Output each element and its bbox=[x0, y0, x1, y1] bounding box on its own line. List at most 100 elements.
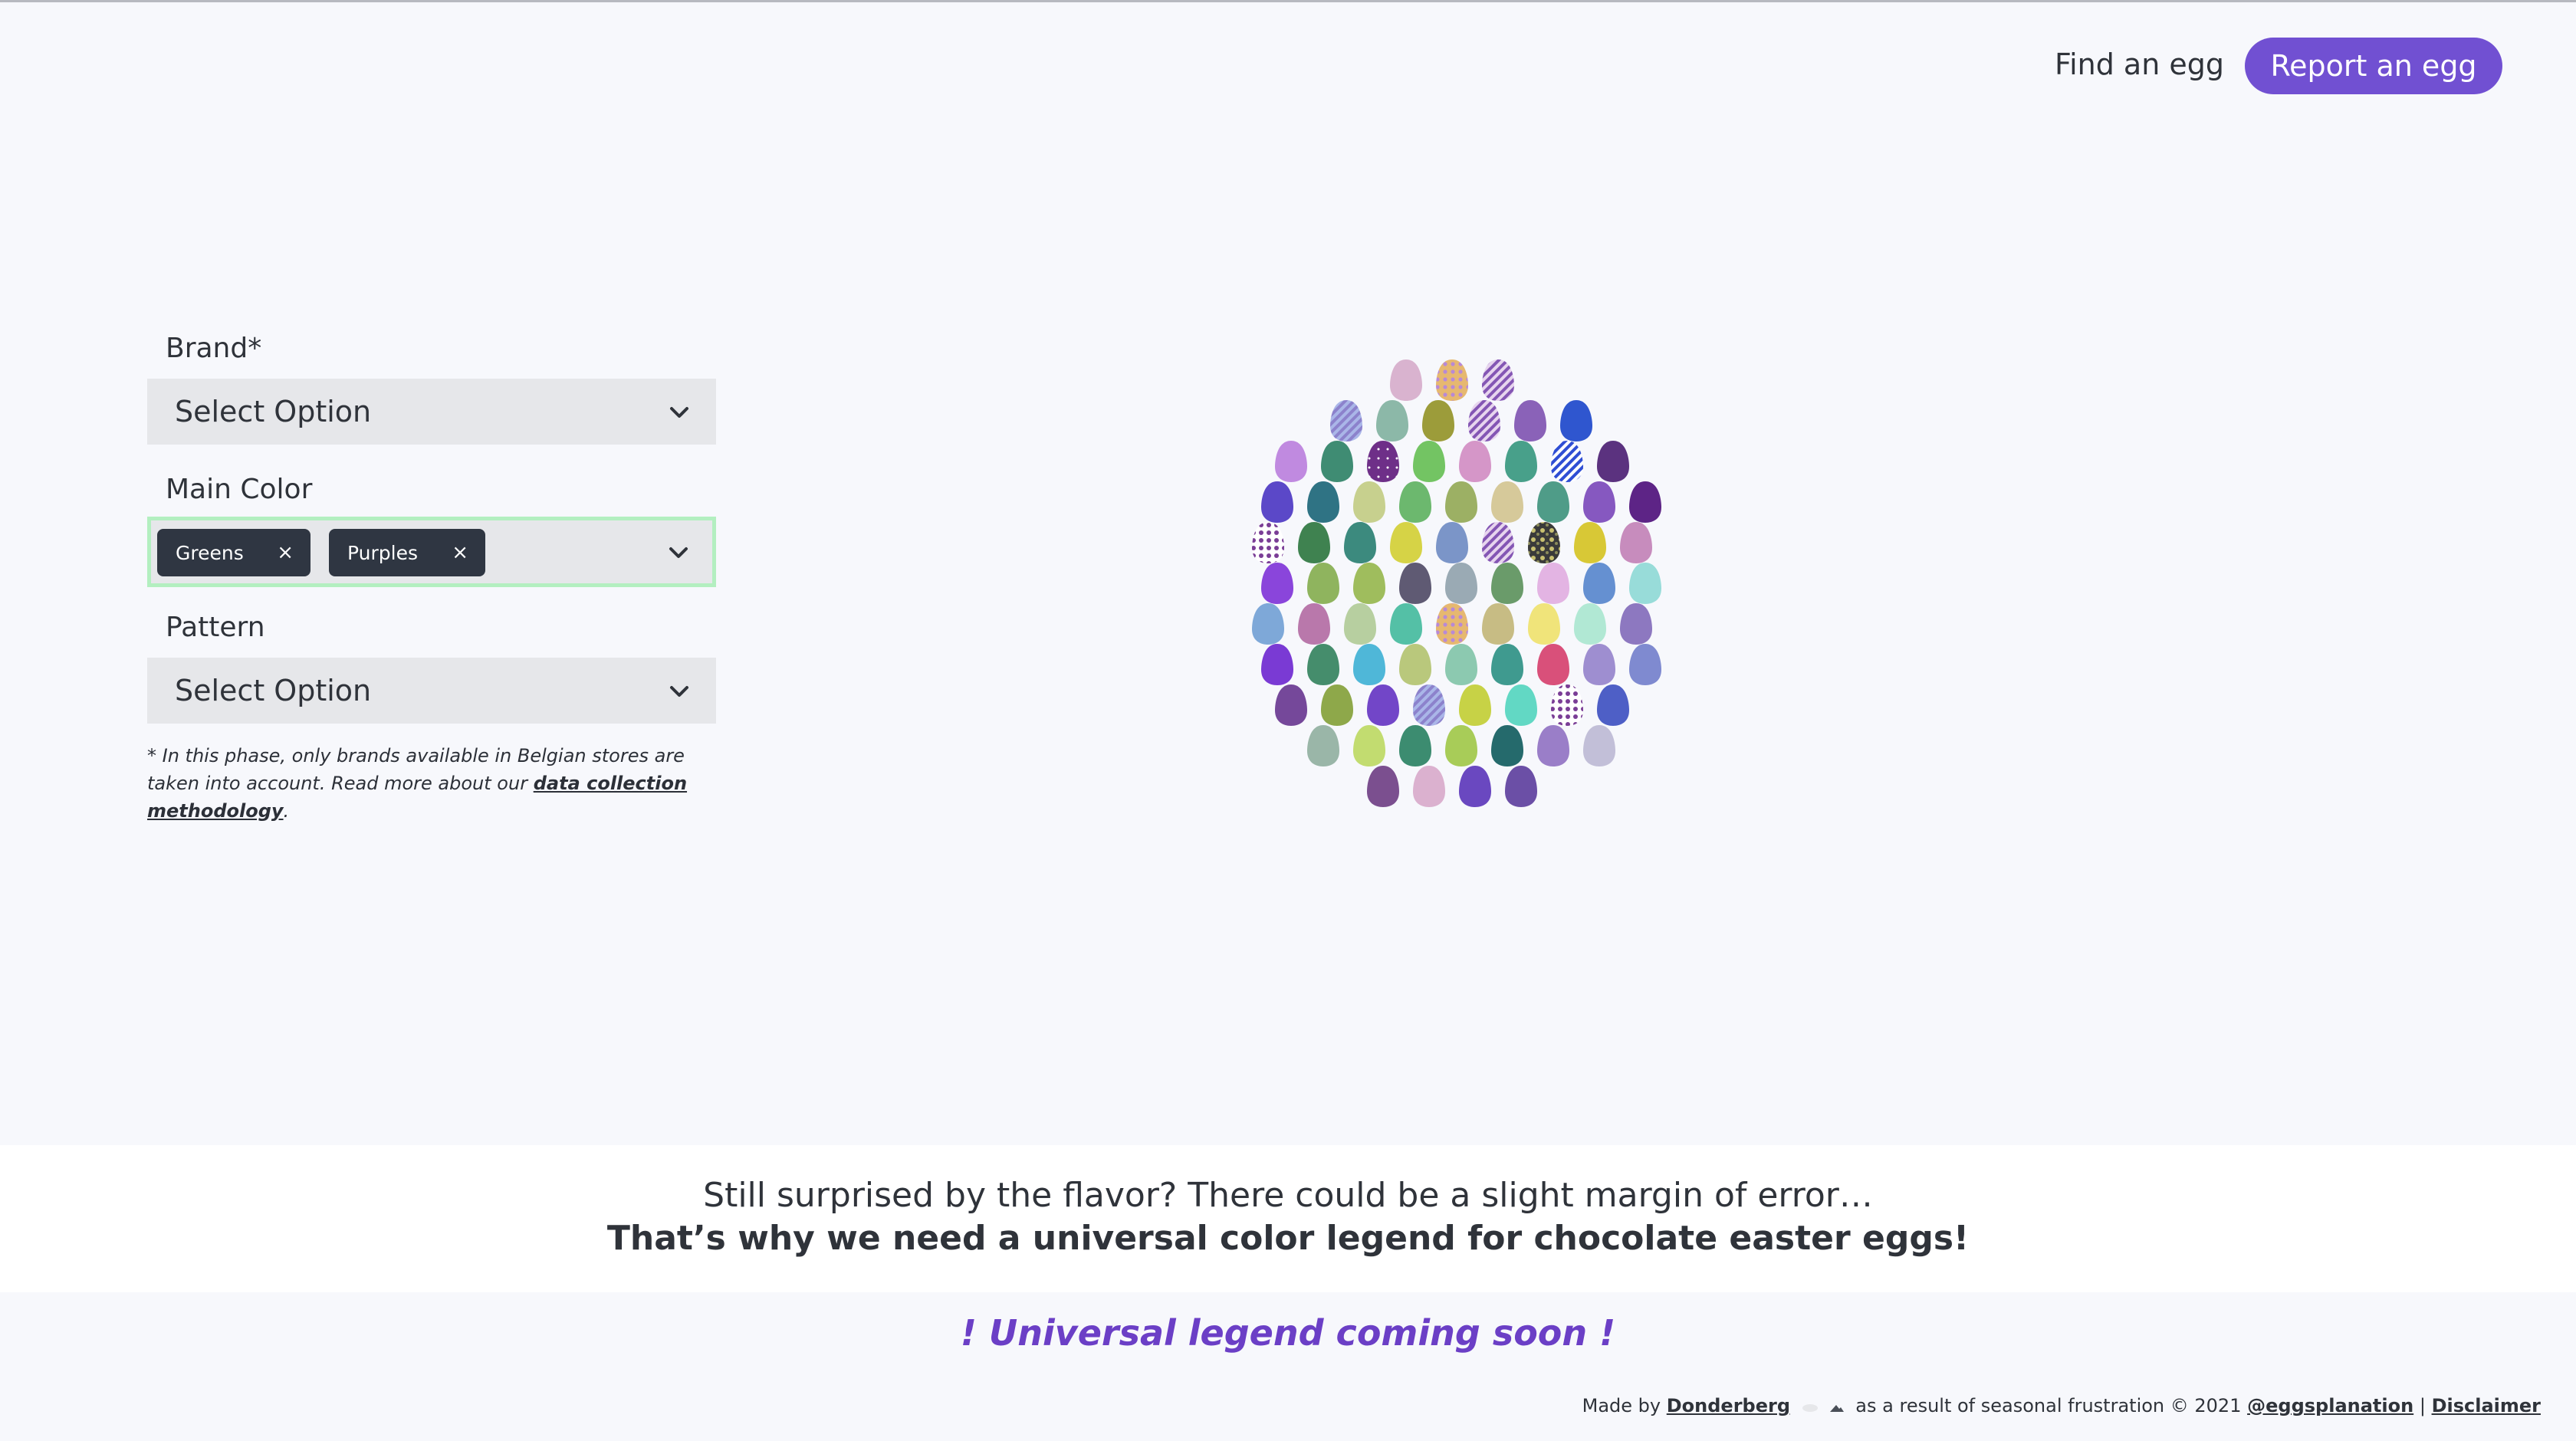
egg-icon[interactable] bbox=[1537, 644, 1569, 685]
egg-icon[interactable] bbox=[1505, 766, 1537, 807]
egg-icon[interactable] bbox=[1367, 684, 1399, 726]
egg-icon[interactable] bbox=[1307, 481, 1339, 523]
egg-icon[interactable] bbox=[1482, 603, 1514, 645]
handle-link[interactable]: @eggsplanation bbox=[2247, 1395, 2413, 1416]
egg-icon[interactable] bbox=[1505, 441, 1537, 482]
egg-icon[interactable] bbox=[1390, 603, 1422, 645]
egg-icon[interactable] bbox=[1344, 522, 1376, 563]
remove-chip-icon[interactable]: × bbox=[277, 541, 294, 564]
pattern-label: Pattern bbox=[166, 612, 265, 643]
chip-label: Purples bbox=[347, 541, 418, 564]
remove-chip-icon[interactable]: × bbox=[452, 541, 468, 564]
disclaimer-link[interactable]: Disclaimer bbox=[2432, 1395, 2541, 1416]
egg-icon[interactable] bbox=[1620, 522, 1652, 563]
report-egg-button[interactable]: Report an egg bbox=[2245, 38, 2502, 94]
egg-icon[interactable] bbox=[1307, 563, 1339, 604]
egg-icon[interactable] bbox=[1445, 725, 1477, 766]
egg-icon[interactable] bbox=[1390, 522, 1422, 563]
egg-icon[interactable] bbox=[1491, 725, 1523, 766]
egg-icon[interactable] bbox=[1298, 603, 1330, 645]
egg-icon[interactable] bbox=[1413, 766, 1445, 807]
egg-icon[interactable] bbox=[1551, 684, 1583, 726]
egg-icon[interactable] bbox=[1537, 725, 1569, 766]
egg-icon[interactable] bbox=[1537, 481, 1569, 523]
egg-icon[interactable] bbox=[1367, 441, 1399, 482]
egg-icon[interactable] bbox=[1574, 603, 1606, 645]
egg-icon[interactable] bbox=[1583, 481, 1615, 523]
author-link[interactable]: Donderberg bbox=[1667, 1395, 1790, 1416]
egg-icon[interactable] bbox=[1275, 441, 1307, 482]
egg-icon[interactable] bbox=[1459, 766, 1491, 807]
egg-icon[interactable] bbox=[1307, 725, 1339, 766]
egg-icon[interactable] bbox=[1459, 684, 1491, 726]
egg-icon[interactable] bbox=[1261, 644, 1293, 685]
brand-select[interactable]: Select Option bbox=[147, 379, 716, 445]
egg-icon[interactable] bbox=[1597, 684, 1629, 726]
egg-icon[interactable] bbox=[1413, 684, 1445, 726]
egg-icon[interactable] bbox=[1399, 481, 1431, 523]
egg-icon[interactable] bbox=[1528, 522, 1560, 563]
egg-icon[interactable] bbox=[1399, 725, 1431, 766]
egg-icon[interactable] bbox=[1468, 400, 1500, 441]
egg-icon[interactable] bbox=[1574, 522, 1606, 563]
egg-icon[interactable] bbox=[1491, 563, 1523, 604]
footer-made-by: Made by bbox=[1582, 1395, 1661, 1416]
egg-icon[interactable] bbox=[1528, 603, 1560, 645]
footer: Made by Donderberg as a result of season… bbox=[1582, 1395, 2541, 1417]
egg-icon[interactable] bbox=[1330, 400, 1362, 441]
egg-icon[interactable] bbox=[1252, 603, 1284, 645]
egg-icon[interactable] bbox=[1436, 359, 1468, 401]
egg-icon[interactable] bbox=[1629, 644, 1661, 685]
egg-icon[interactable] bbox=[1551, 441, 1583, 482]
egg-icon[interactable] bbox=[1321, 441, 1353, 482]
egg-icon[interactable] bbox=[1491, 644, 1523, 685]
egg-icon[interactable] bbox=[1252, 522, 1284, 563]
egg-icon[interactable] bbox=[1376, 400, 1408, 441]
egg-icon[interactable] bbox=[1560, 400, 1592, 441]
egg-icon[interactable] bbox=[1537, 563, 1569, 604]
main-color-select[interactable]: Greens × Purples × bbox=[147, 517, 716, 587]
egg-icon[interactable] bbox=[1445, 644, 1477, 685]
egg-icon[interactable] bbox=[1399, 563, 1431, 604]
chip-purples: Purples × bbox=[329, 529, 485, 576]
egg-icon[interactable] bbox=[1505, 684, 1537, 726]
egg-icon[interactable] bbox=[1482, 359, 1514, 401]
egg-icon[interactable] bbox=[1413, 441, 1445, 482]
egg-icon[interactable] bbox=[1445, 563, 1477, 604]
egg-icon[interactable] bbox=[1459, 441, 1491, 482]
egg-icon[interactable] bbox=[1261, 563, 1293, 604]
egg-icon[interactable] bbox=[1275, 684, 1307, 726]
egg-icon[interactable] bbox=[1422, 400, 1454, 441]
egg-icon[interactable] bbox=[1514, 400, 1546, 441]
chip-label: Greens bbox=[176, 541, 244, 564]
egg-icon[interactable] bbox=[1620, 603, 1652, 645]
egg-icon[interactable] bbox=[1261, 481, 1293, 523]
egg-icon[interactable] bbox=[1629, 481, 1661, 523]
egg-icon[interactable] bbox=[1390, 359, 1422, 401]
pattern-select[interactable]: Select Option bbox=[147, 658, 716, 724]
egg-icon[interactable] bbox=[1583, 563, 1615, 604]
egg-icon[interactable] bbox=[1344, 603, 1376, 645]
egg-icon[interactable] bbox=[1482, 522, 1514, 563]
footer-separator: | bbox=[2419, 1395, 2426, 1416]
find-egg-link[interactable]: Find an egg bbox=[2055, 48, 2224, 81]
egg-icon[interactable] bbox=[1436, 522, 1468, 563]
egg-icon[interactable] bbox=[1353, 644, 1385, 685]
info-band: Still surprised by the flavor? There cou… bbox=[0, 1145, 2576, 1292]
egg-icon[interactable] bbox=[1367, 766, 1399, 807]
egg-icon[interactable] bbox=[1353, 725, 1385, 766]
egg-icon[interactable] bbox=[1445, 481, 1477, 523]
egg-icon[interactable] bbox=[1436, 603, 1468, 645]
egg-icon[interactable] bbox=[1321, 684, 1353, 726]
egg-icon[interactable] bbox=[1583, 644, 1615, 685]
egg-icon[interactable] bbox=[1307, 644, 1339, 685]
egg-icon[interactable] bbox=[1629, 563, 1661, 604]
egg-icon[interactable] bbox=[1491, 481, 1523, 523]
egg-icon[interactable] bbox=[1583, 725, 1615, 766]
egg-icon[interactable] bbox=[1353, 563, 1385, 604]
egg-icon[interactable] bbox=[1298, 522, 1330, 563]
egg-icon[interactable] bbox=[1353, 481, 1385, 523]
chevron-down-icon bbox=[669, 547, 688, 558]
egg-icon[interactable] bbox=[1399, 644, 1431, 685]
egg-icon[interactable] bbox=[1597, 441, 1629, 482]
